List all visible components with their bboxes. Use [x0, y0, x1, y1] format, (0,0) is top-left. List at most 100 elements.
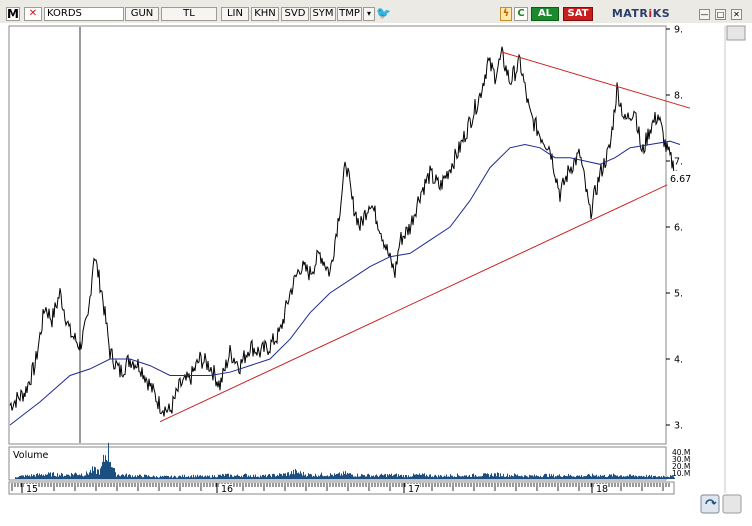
volume-bar [111, 467, 112, 479]
volume-bar [471, 477, 472, 479]
volume-bar [663, 475, 664, 479]
volume-bar [397, 476, 398, 479]
volume-bar [281, 474, 282, 479]
volume-bar [609, 474, 610, 479]
volume-bar [643, 475, 644, 479]
price-tick-label: 6. [674, 223, 683, 234]
volume-bar [315, 473, 316, 479]
volume-bar [39, 473, 40, 479]
refresh-icon[interactable]: C [514, 7, 528, 21]
volume-bar [590, 475, 591, 479]
volume-bar [601, 476, 602, 479]
volume-bar [499, 476, 500, 479]
volume-bar [554, 477, 555, 479]
volume-bar [263, 474, 264, 479]
khn-button[interactable]: KHN [251, 7, 279, 21]
volume-bar [156, 476, 157, 479]
minimize-icon[interactable]: — [699, 9, 710, 20]
volume-bar [472, 473, 473, 479]
volume-bar [357, 473, 358, 479]
volume-bar [651, 475, 652, 479]
chart-settings-icon[interactable] [722, 494, 742, 514]
volume-bar [226, 474, 227, 479]
volume-bar [634, 476, 635, 479]
volume-bar [339, 472, 340, 479]
scroll-sync-icon[interactable] [700, 494, 720, 514]
volume-bar [436, 476, 437, 479]
volume-bar [563, 475, 564, 479]
volume-bar [659, 476, 660, 479]
volume-bar [26, 475, 27, 479]
volume-bar [526, 476, 527, 479]
sym-button[interactable]: SYM [310, 7, 336, 21]
volume-bar [622, 476, 623, 479]
volume-bar [43, 474, 44, 479]
volume-bar [70, 476, 71, 479]
alert-bolt-icon[interactable]: ϟ [500, 7, 512, 21]
volume-bar [661, 476, 662, 479]
volume-bar [522, 476, 523, 479]
close-symbol-icon[interactable]: ✕ [24, 7, 42, 21]
volume-bar [493, 476, 494, 479]
volume-bar [524, 475, 525, 479]
volume-bar [80, 475, 81, 479]
scroll-up-icon[interactable] [726, 25, 746, 41]
chart-area[interactable]: 9. 8. 7. 6. 5. 4. 3. 6.67 Volume 40.M 30.M 20.M 1… [0, 23, 752, 526]
volume-bar [172, 477, 173, 479]
symbol-input[interactable]: KORDS [44, 7, 124, 21]
volume-bar [642, 476, 643, 479]
volume-bar [593, 475, 594, 479]
volume-bar [341, 473, 342, 479]
volume-bar [72, 474, 73, 479]
close-window-icon[interactable]: ✕ [731, 9, 742, 20]
volume-bar [425, 476, 426, 479]
volume-bar [54, 475, 55, 479]
more-dropdown-icon[interactable]: ▾ [363, 7, 375, 21]
volume-bar [288, 472, 289, 479]
volume-bar [304, 475, 305, 479]
currency-button[interactable]: TL [161, 7, 217, 21]
volume-bar [332, 474, 333, 479]
volume-bar [595, 475, 596, 479]
volume-bar [467, 477, 468, 479]
volume-bar [640, 476, 641, 479]
volume-bar [246, 474, 247, 479]
volume-bar [469, 474, 470, 479]
sell-button[interactable]: SAT [563, 7, 593, 21]
volume-bar [509, 474, 510, 479]
volume-bar [325, 476, 326, 479]
volume-bar [430, 474, 431, 479]
maximize-icon[interactable]: □ [715, 9, 726, 20]
svd-button[interactable]: SVD [281, 7, 309, 21]
volume-bar [222, 473, 223, 479]
scale-button[interactable]: LIN [221, 7, 249, 21]
volume-bar [500, 473, 501, 479]
volume-bar [438, 474, 439, 479]
volume-bar [338, 473, 339, 479]
volume-bar [655, 475, 656, 479]
volume-bar [190, 476, 191, 479]
price-chart[interactable]: 9. 8. 7. 6. 5. 4. 3. 6.67 Volume 40.M30.M20.M1… [0, 23, 752, 522]
twitter-icon[interactable]: 🐦 [376, 7, 391, 21]
volume-bar [603, 475, 604, 479]
volume-bar [404, 477, 405, 479]
volume-bar [479, 476, 480, 479]
volume-bar [271, 477, 272, 479]
volume-bar [147, 476, 148, 479]
volume-bar [126, 473, 127, 479]
tmp-button[interactable]: TMP [337, 7, 362, 21]
volume-bar [625, 476, 626, 479]
volume-bar [510, 476, 511, 479]
volume-bar [589, 474, 590, 479]
buy-button[interactable]: AL [531, 7, 559, 21]
volume-bar [214, 475, 215, 479]
matriks-logo-button[interactable]: M [6, 7, 20, 21]
volume-bar [166, 475, 167, 479]
volume-bar [454, 476, 455, 479]
volume-bar [87, 473, 88, 479]
volume-bar [383, 475, 384, 479]
volume-bar [144, 474, 145, 479]
volume-bar [372, 476, 373, 479]
period-button[interactable]: GUN [125, 7, 159, 21]
volume-bar [560, 476, 561, 479]
